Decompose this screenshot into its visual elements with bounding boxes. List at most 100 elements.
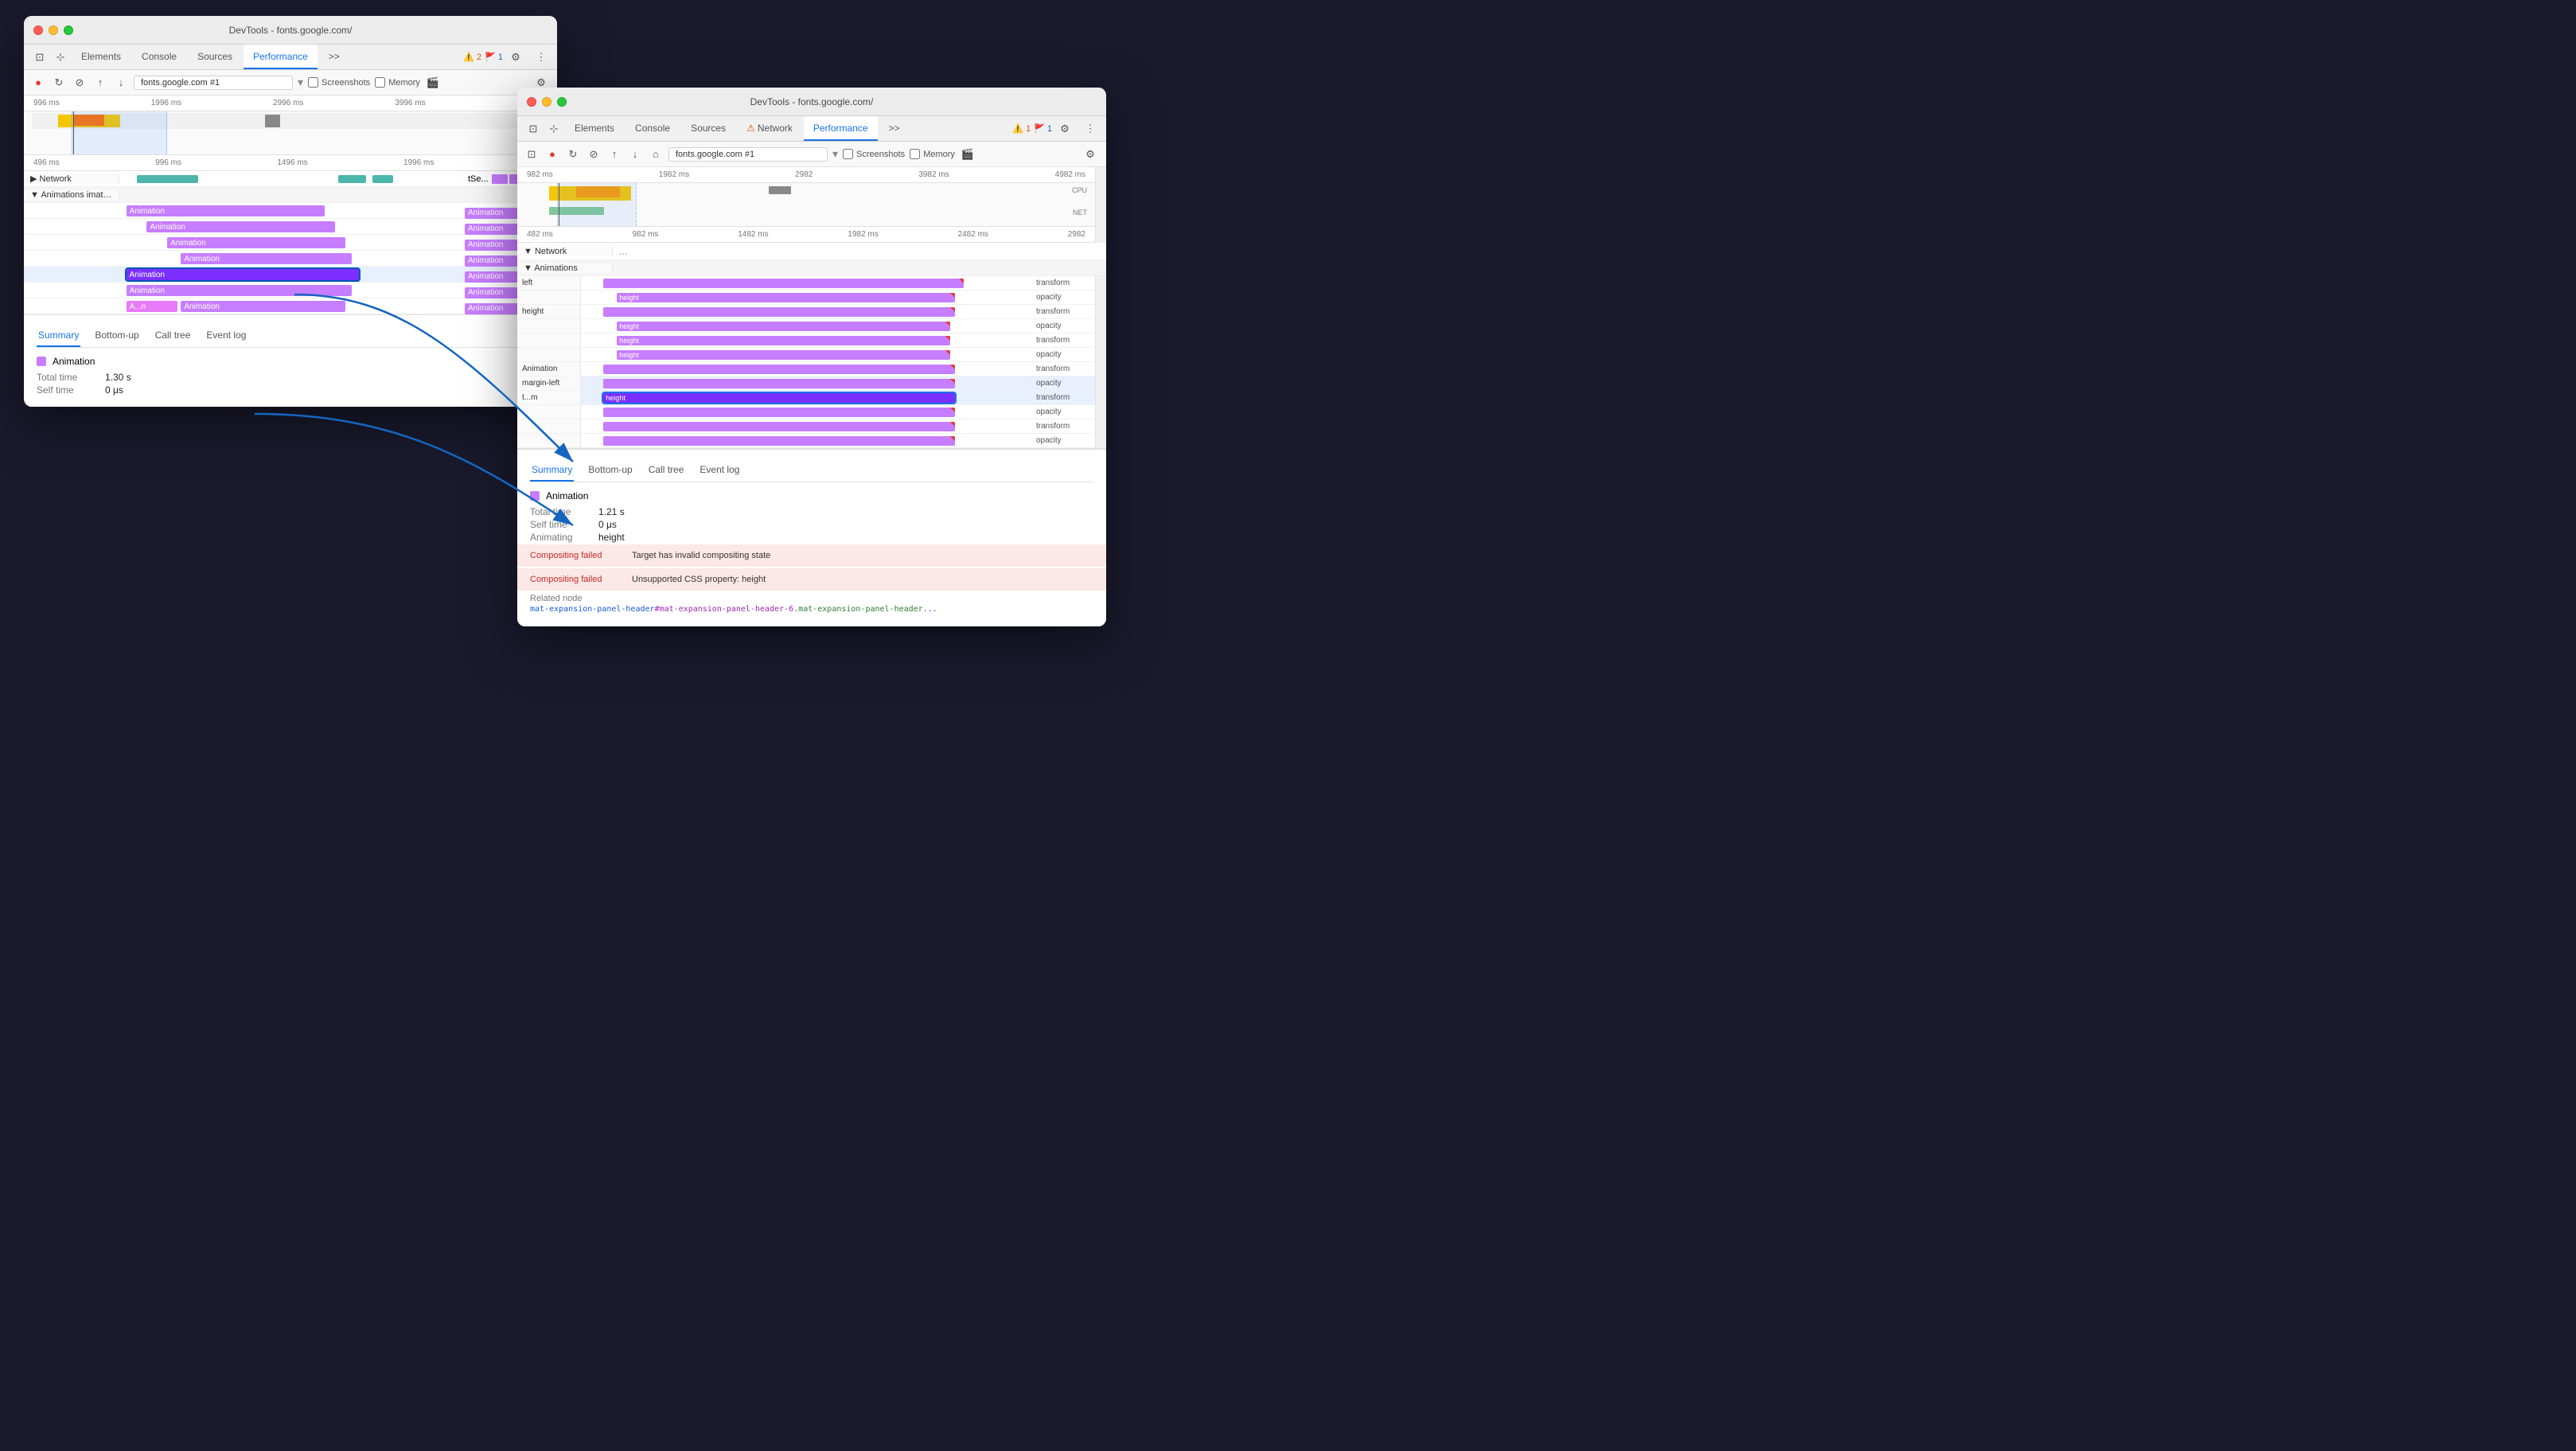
settings-icon[interactable]: ⚙ — [506, 48, 525, 67]
front-capture-screenshot-icon[interactable]: 🎬 — [960, 146, 976, 162]
front-anim-row-tm[interactable]: t...m height transform — [517, 391, 1106, 405]
capture-screenshot-icon[interactable]: 🎬 — [425, 75, 441, 91]
tab-call-tree[interactable]: Call tree — [154, 325, 193, 347]
screenshots-checkbox[interactable] — [308, 77, 318, 88]
front-tab-call-tree[interactable]: Call tree — [647, 459, 686, 482]
dock-icon[interactable]: ⊡ — [30, 48, 49, 67]
tab-elements[interactable]: Elements — [72, 45, 131, 69]
tab-summary[interactable]: Summary — [37, 325, 80, 347]
front-upload-button[interactable]: ↑ — [606, 146, 622, 162]
front-anim-row-height1[interactable]: height opacity — [517, 291, 1106, 305]
front-memory-checkbox[interactable] — [910, 149, 920, 159]
anim-bar-height3[interactable]: height — [617, 322, 950, 331]
memory-checkbox-label[interactable]: Memory — [375, 77, 420, 88]
anim-bar[interactable]: Animation — [181, 253, 352, 264]
front-anim-row-left[interactable]: left transform — [517, 276, 1106, 291]
tab-console[interactable]: Console — [132, 45, 186, 69]
front-anim-row-height4[interactable]: height transform — [517, 333, 1106, 348]
front-settings-icon[interactable]: ⚙ — [1055, 119, 1074, 138]
inspect-icon[interactable]: ⊹ — [51, 48, 70, 67]
front-timeline-content[interactable]: CPU NET — [517, 183, 1095, 227]
front-tab-bottom-up[interactable]: Bottom-up — [587, 459, 633, 482]
scrollbar-right-7[interactable] — [1095, 319, 1106, 333]
scrollbar-right-10[interactable] — [1095, 362, 1106, 376]
url-input[interactable]: fonts.google.com #1 — [134, 76, 293, 90]
front-anim-row-height3[interactable]: height opacity — [517, 319, 1106, 333]
back-anim-row-3[interactable]: Animation Animation — [24, 251, 557, 267]
anim-bar-small[interactable]: A...n — [127, 301, 178, 312]
anim-bar-11[interactable] — [603, 436, 954, 446]
front-rec-settings-icon[interactable]: ⚙ — [1081, 145, 1100, 164]
scrollbar-right-6[interactable] — [1095, 305, 1106, 318]
anim-bar-10[interactable] — [603, 422, 954, 431]
anim-bar-selected[interactable]: Animation — [127, 269, 359, 280]
front-related-node-link[interactable]: mat-expansion-panel-header#mat-expansion… — [530, 605, 1093, 614]
anim-bar-margin-left[interactable] — [603, 379, 954, 388]
reload-button[interactable]: ↻ — [51, 75, 67, 91]
front-reload-button[interactable]: ↻ — [565, 146, 581, 162]
back-anim-row-2[interactable]: Animation Animation — [24, 235, 557, 251]
anim-bar[interactable]: Animation — [127, 205, 325, 216]
scrollbar-right-14[interactable] — [1095, 419, 1106, 433]
front-home-button[interactable]: ⌂ — [648, 146, 664, 162]
front-minimize-button[interactable] — [542, 97, 551, 107]
scrollbar-right[interactable] — [1095, 167, 1106, 243]
anim-bar[interactable]: Animation — [127, 285, 353, 296]
back-anim-row-6[interactable]: A...n Animation Animation — [24, 298, 557, 314]
anim-bar-height1[interactable]: height — [617, 293, 955, 302]
anim-bar-height5[interactable]: height — [617, 350, 950, 360]
scrollbar-right-15[interactable] — [1095, 434, 1106, 447]
anim-bar[interactable]: Animation — [181, 301, 345, 312]
front-tab-performance[interactable]: Performance — [804, 116, 878, 141]
anim-bar-9[interactable] — [603, 408, 954, 417]
front-tab-console[interactable]: Console — [625, 116, 680, 141]
front-anim-row-animation[interactable]: Animation transform — [517, 362, 1106, 376]
dropdown-arrow[interactable]: ▾ — [298, 76, 303, 89]
tab-sources[interactable]: Sources — [188, 45, 242, 69]
front-anim-row-10[interactable]: transform — [517, 419, 1106, 434]
front-tab-summary[interactable]: Summary — [530, 459, 574, 482]
tab-bottom-up[interactable]: Bottom-up — [93, 325, 140, 347]
front-record-button[interactable]: ● — [544, 146, 560, 162]
front-anim-row-height5[interactable]: height opacity — [517, 348, 1106, 362]
screenshots-checkbox-label[interactable]: Screenshots — [308, 77, 370, 88]
front-anim-row-9[interactable]: opacity — [517, 405, 1106, 419]
front-inspect-icon[interactable]: ⊹ — [544, 119, 563, 138]
scrollbar-right-4[interactable] — [1095, 276, 1106, 290]
maximize-button[interactable] — [64, 25, 73, 35]
scrollbar-right-13[interactable] — [1095, 405, 1106, 419]
front-tab-sources[interactable]: Sources — [681, 116, 735, 141]
tab-more[interactable]: >> — [319, 45, 349, 69]
scrollbar-right-9[interactable] — [1095, 348, 1106, 361]
anim-bar-height4[interactable]: height — [617, 336, 950, 345]
front-dock-icon[interactable]: ⊡ — [524, 119, 543, 138]
back-anim-row-4[interactable]: Animation Animation — [24, 267, 557, 283]
clear-button[interactable]: ⊘ — [72, 75, 88, 91]
tab-performance[interactable]: Performance — [244, 45, 318, 69]
front-anim-row-margin-left[interactable]: margin-left opacity — [517, 376, 1106, 391]
anim-bar-tm-selected[interactable]: height — [603, 393, 954, 403]
back-anim-row-0[interactable]: Animation Animation — [24, 203, 557, 219]
download-button[interactable]: ↓ — [113, 75, 129, 91]
front-tab-event-log[interactable]: Event log — [698, 459, 741, 482]
anim-bar-left[interactable] — [603, 279, 964, 288]
front-maximize-button[interactable] — [557, 97, 567, 107]
front-anim-row-11[interactable]: opacity — [517, 434, 1106, 448]
front-tab-elements[interactable]: Elements — [565, 116, 624, 141]
front-dropdown-arrow[interactable]: ▾ — [832, 147, 838, 161]
front-screenshots-checkbox-label[interactable]: Screenshots — [843, 149, 905, 159]
front-tab-more[interactable]: >> — [879, 116, 910, 141]
minimize-button[interactable] — [49, 25, 58, 35]
scrollbar-right-5[interactable] — [1095, 291, 1106, 304]
anim-bar[interactable]: Animation — [146, 221, 335, 232]
front-memory-checkbox-label[interactable]: Memory — [910, 149, 955, 159]
upload-button[interactable]: ↑ — [92, 75, 108, 91]
back-timeline-content[interactable] — [24, 111, 557, 155]
anim-bar-height2[interactable] — [603, 307, 954, 317]
front-dock-panel-icon[interactable]: ⊡ — [524, 146, 540, 162]
front-tab-network[interactable]: ⚠ Network — [737, 116, 802, 141]
scrollbar-right-8[interactable] — [1095, 333, 1106, 347]
back-anim-row-1[interactable]: Animation Animation — [24, 219, 557, 235]
scrollbar-right-11[interactable] — [1095, 376, 1106, 390]
anim-bar[interactable]: Animation — [167, 237, 345, 248]
